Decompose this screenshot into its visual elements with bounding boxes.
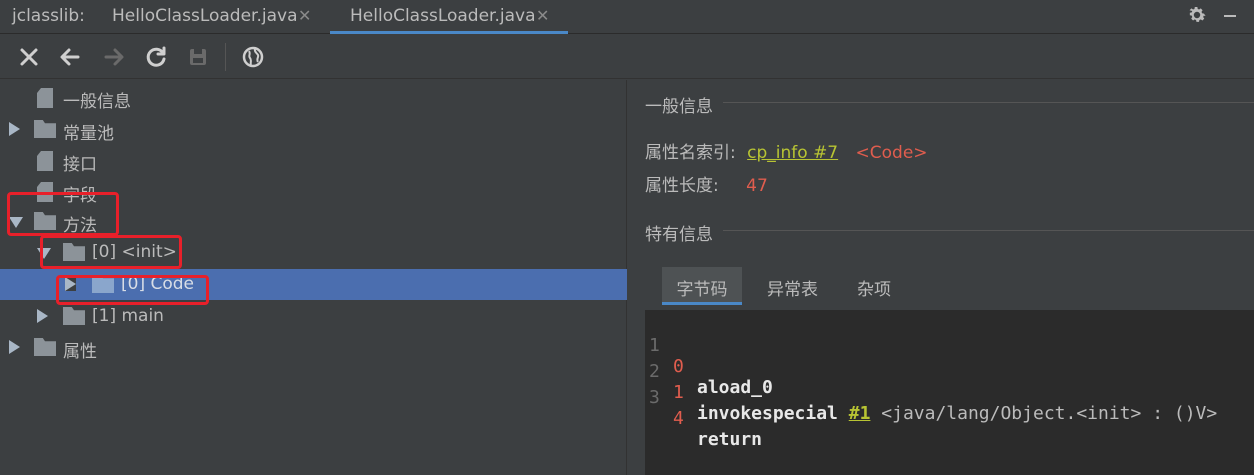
tab-prefix-label: jclasslib: [12,6,85,26]
name-index-link[interactable]: cp_info #7 [747,143,838,163]
close-tab-icon[interactable]: ✕ [298,6,311,25]
forward-arrow-icon[interactable] [102,45,126,69]
section-divider [723,230,1254,231]
bytecode-opcode-group: invokespecial #1 <java/lang/Object.<init… [697,403,1217,424]
bytecode-view[interactable]: 1 0 aload_0 2 1 invokespecial #1 <java/l… [645,310,1254,475]
expand-arrow-icon[interactable] [9,340,20,354]
name-index-label: 属性名索引: [645,143,736,163]
active-tab-indicator [330,31,568,34]
bytecode-opcode: return [697,429,763,450]
editor-tab-bar: jclasslib: HelloClassLoader.java ✕ Hello… [0,0,1254,34]
expand-arrow-icon[interactable] [9,122,20,136]
length-label: 属性长度: [645,176,719,196]
refresh-icon[interactable] [144,45,168,69]
close-tab-icon[interactable]: ✕ [536,6,549,25]
gear-icon[interactable] [1186,4,1208,26]
tab-helloclassloader-1[interactable]: HelloClassLoader.java ✕ [112,0,322,34]
close-icon[interactable] [17,45,41,69]
section-divider [723,102,1254,103]
subtab-bytecode[interactable]: 字节码 [662,267,742,305]
highlight-box-code [56,275,209,305]
highlight-box-methods [7,192,119,236]
tree-item-interfaces[interactable]: 接口 [0,145,627,176]
tree-item-label: [1] main [92,306,164,326]
subtab-label: 异常表 [767,280,818,300]
minimize-icon[interactable] [1224,15,1236,17]
toolbar-separator [225,43,226,71]
back-arrow-icon[interactable] [58,45,82,69]
tab-helloclassloader-2[interactable]: HelloClassLoader.java ✕ [330,0,568,34]
tree-item-label: 一般信息 [63,92,131,112]
bytecode-offset: 4 [673,408,684,429]
general-info-heading: 一般信息 [645,97,713,117]
subtab-exception-table[interactable]: 异常表 [767,267,827,305]
folder-icon [34,338,56,356]
line-number: 3 [649,387,660,408]
folder-icon [63,307,85,325]
subtab-misc[interactable]: 杂项 [857,267,907,305]
folder-icon [34,120,56,138]
subtab-label: 字节码 [676,280,728,300]
bytecode-operand: <java/lang/Object.<init> : ()V> [881,403,1218,424]
detail-panel: 一般信息 属性名索引: cp_info #7 <Code> 属性长度: 47 特… [628,80,1254,475]
specific-info-heading: 特有信息 [645,225,713,245]
name-index-row: 属性名索引: cp_info #7 <Code> [645,138,928,163]
document-icon [37,151,53,171]
tree-item-constant-pool[interactable]: 常量池 [0,114,627,145]
tab-label: HelloClassLoader.java [112,6,298,26]
bytecode-line: 2 1 invokespecial #1 <java/lang/Object.<… [645,340,1217,424]
toolbar [0,35,1254,79]
bytecode-line: 1 0 aload_0 [645,314,773,398]
tree-item-attributes[interactable]: 属性 [0,332,627,363]
tree-item-label: 属性 [63,342,97,362]
length-value: 47 [746,176,768,196]
constant-pool-link[interactable]: #1 [849,403,871,424]
subtab-label: 杂项 [857,280,891,300]
tree-item-label: 常量池 [63,124,114,144]
save-icon[interactable] [186,45,210,69]
document-icon [37,88,53,108]
tab-label: HelloClassLoader.java [350,6,536,26]
globe-icon[interactable] [241,45,265,69]
tree-item-general-info[interactable]: 一般信息 [0,82,627,113]
expand-arrow-icon[interactable] [37,309,48,323]
bytecode-line: 3 4 return [645,366,762,450]
tree-item-method-main[interactable]: [1] main [0,301,627,332]
length-row: 属性长度: 47 [645,171,768,196]
name-index-value: <Code> [855,143,928,163]
bytecode-opcode: invokespecial [697,403,838,424]
highlight-box-init [40,235,182,269]
tree-item-label: 接口 [63,155,97,175]
